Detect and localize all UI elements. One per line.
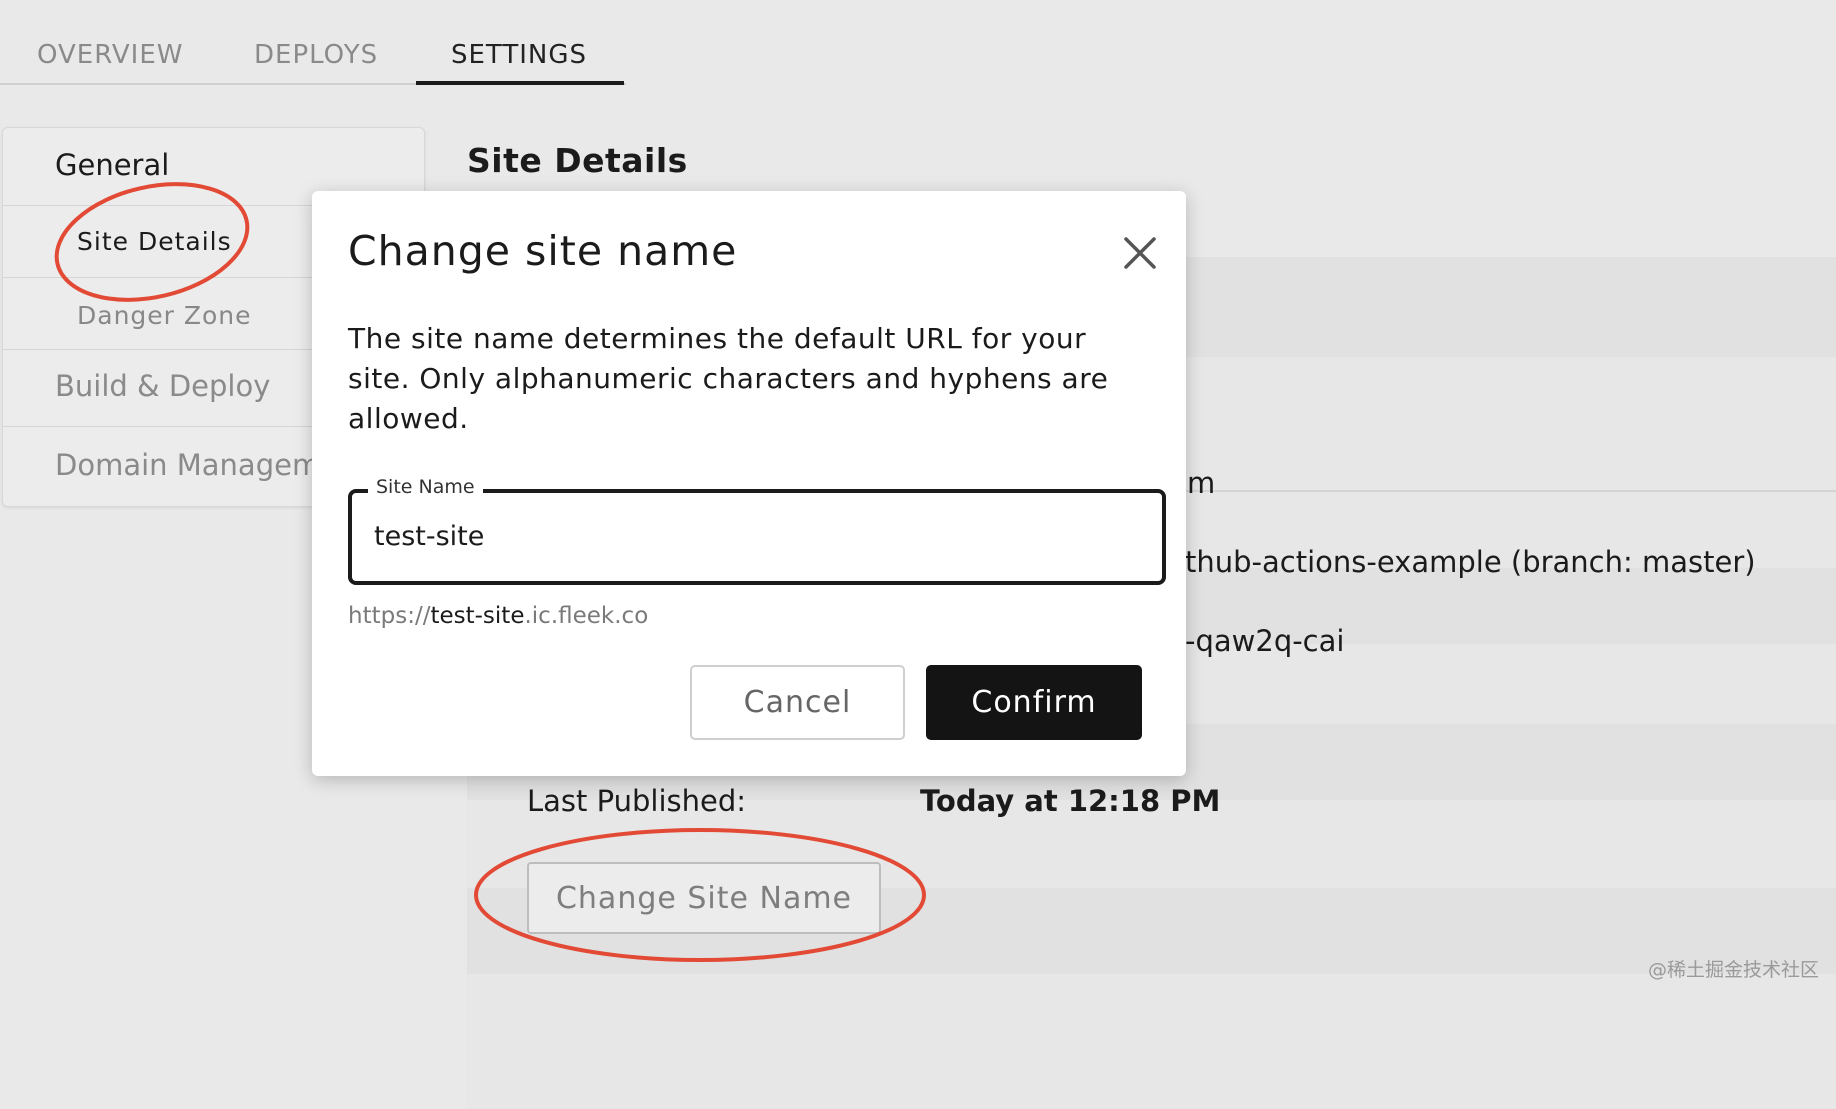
url-suffix: .ic.fleek.co <box>524 603 649 629</box>
active-tab-indicator <box>416 81 624 85</box>
last-published-label: Last Published: <box>527 784 747 818</box>
sidebar-item-label: Danger Zone <box>77 301 252 330</box>
tab-deploys[interactable]: DEPLOYS <box>254 40 378 70</box>
change-site-name-dialog: Change site name The site name determine… <box>312 191 1186 776</box>
dialog-title: Change site name <box>348 227 738 275</box>
url-site-name: test-site <box>430 603 525 629</box>
watermark: @稀土掘金技术社区 <box>1648 959 1820 981</box>
tab-settings[interactable]: SETTINGS <box>451 40 587 70</box>
last-published-value: Today at 12:18 PM <box>920 784 1221 818</box>
url-preview: https://test-site.ic.fleek.co <box>348 603 648 629</box>
url-prefix: https:// <box>348 603 431 629</box>
sidebar-item-label: Domain Managem <box>55 448 321 482</box>
sidebar-item-label: Build & Deploy <box>55 369 271 403</box>
sidebar-item-label: General <box>55 148 170 182</box>
sidebar-item-label: Site Details <box>77 227 232 256</box>
top-tabs: OVERVIEW DEPLOYS SETTINGS <box>0 0 1836 86</box>
site-name-input[interactable] <box>374 521 1134 552</box>
close-icon[interactable] <box>1118 231 1162 275</box>
confirm-button[interactable]: Confirm <box>926 665 1142 740</box>
tab-overview[interactable]: OVERVIEW <box>37 40 183 70</box>
change-site-name-button[interactable]: Change Site Name <box>527 862 881 934</box>
site-name-field: Site Name <box>348 476 1166 585</box>
details-value-fragment: -qaw2q-cai <box>1185 624 1345 658</box>
details-value-fragment: m <box>1187 466 1216 500</box>
site-name-label: Site Name <box>368 476 483 498</box>
dialog-description: The site name determines the default URL… <box>348 322 1109 435</box>
cancel-button[interactable]: Cancel <box>690 665 905 740</box>
section-title: Site Details <box>467 141 688 180</box>
details-value-fragment: thub-actions-example (branch: master) <box>1185 545 1756 579</box>
